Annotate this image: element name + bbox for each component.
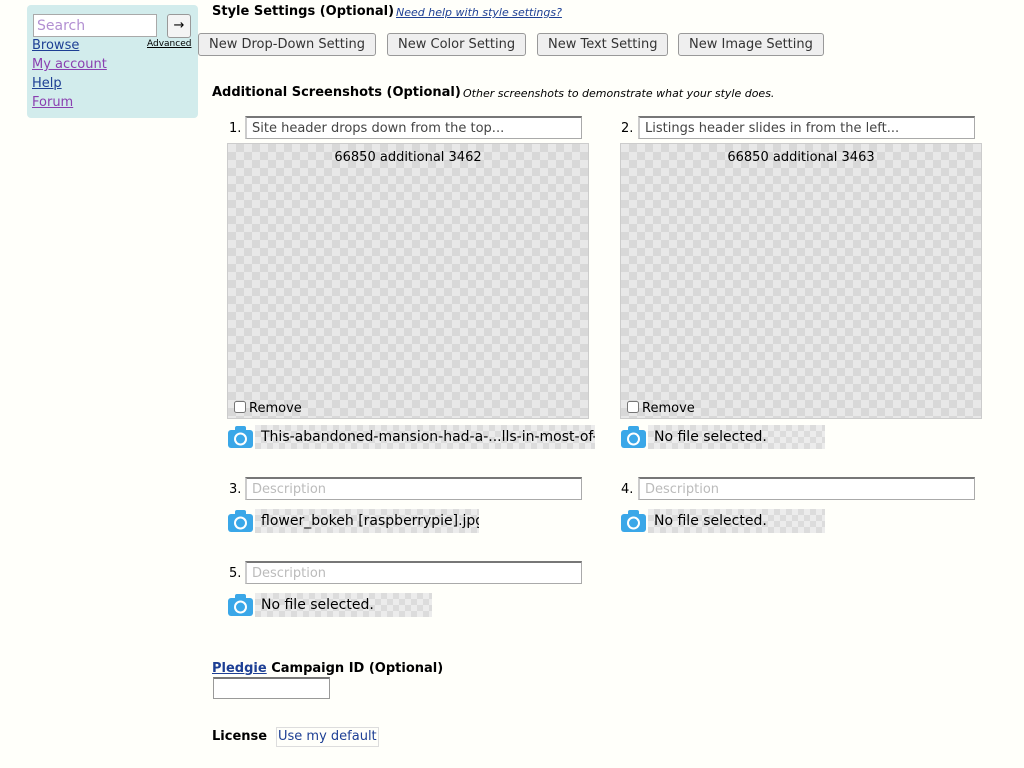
screenshots-heading: Additional Screenshots (Optional) xyxy=(212,85,461,100)
description-input-2[interactable] xyxy=(638,116,975,139)
description-input-1[interactable] xyxy=(245,116,582,139)
nav-link-help[interactable]: Help xyxy=(32,76,62,91)
file-chooser-4[interactable]: No file selected. xyxy=(648,509,825,533)
style-settings-heading: Style Settings (Optional) xyxy=(212,4,395,19)
license-select[interactable]: Use my default xyxy=(276,727,379,747)
nav-link-my-account[interactable]: My account xyxy=(32,57,107,72)
screenshot-preview-1: 66850 additional 3462 Remove xyxy=(227,143,589,419)
screenshots-hint: Other screenshots to demonstrate what yo… xyxy=(463,87,775,100)
search-button[interactable]: → xyxy=(167,14,191,38)
remove-checkbox-row[interactable]: Remove xyxy=(232,401,302,416)
file-chooser-1[interactable]: This-abandoned-mansion-had-a-...lls-in-m… xyxy=(255,425,595,449)
new-text-setting-button[interactable]: New Text Setting xyxy=(537,33,669,56)
screenshot-preview-2: 66850 additional 3463 Remove xyxy=(620,143,982,419)
camera-icon[interactable] xyxy=(227,509,254,533)
pledgie-link[interactable]: Pledgie xyxy=(212,661,267,676)
camera-icon[interactable] xyxy=(620,509,647,533)
description-input-5[interactable] xyxy=(245,561,582,584)
slot-number: 3. xyxy=(229,482,242,497)
remove-checkbox-row[interactable]: Remove xyxy=(625,401,695,416)
advanced-search-link[interactable]: Advanced xyxy=(147,39,191,49)
remove-checkbox[interactable] xyxy=(627,401,639,413)
new-color-setting-button[interactable]: New Color Setting xyxy=(387,33,527,56)
nav-link-forum[interactable]: Forum xyxy=(32,95,73,110)
pledgie-label-text: Campaign ID (Optional) xyxy=(266,661,444,676)
file-chooser-2[interactable]: No file selected. xyxy=(648,425,825,449)
search-input[interactable] xyxy=(33,14,157,37)
nav-link-browse[interactable]: Browse xyxy=(32,38,79,53)
description-input-3[interactable] xyxy=(245,477,582,500)
remove-checkbox[interactable] xyxy=(234,401,246,413)
campaign-id-input[interactable] xyxy=(213,677,330,699)
style-settings-help-link[interactable]: Need help with style settings? xyxy=(396,6,562,19)
sidebar-nav: → Advanced Browse My account Help Forum xyxy=(27,5,198,118)
camera-icon[interactable] xyxy=(620,425,647,449)
new-image-setting-button[interactable]: New Image Setting xyxy=(678,33,824,56)
slot-number: 5. xyxy=(229,566,242,581)
camera-icon[interactable] xyxy=(227,593,254,617)
description-input-4[interactable] xyxy=(638,477,975,500)
file-chooser-3[interactable]: flower_bokeh [raspberrypie].jpg xyxy=(255,509,479,533)
camera-icon[interactable] xyxy=(227,425,254,449)
preview-caption: 66850 additional 3463 xyxy=(727,150,875,165)
file-chooser-5[interactable]: No file selected. xyxy=(255,593,432,617)
remove-label: Remove xyxy=(249,401,302,416)
slot-number: 2. xyxy=(621,121,634,136)
preview-caption: 66850 additional 3462 xyxy=(334,150,482,165)
new-dropdown-setting-button[interactable]: New Drop-Down Setting xyxy=(198,33,376,56)
license-label: License xyxy=(212,729,268,744)
pledgie-label: Pledgie Campaign ID (Optional) xyxy=(212,661,443,676)
remove-label: Remove xyxy=(642,401,695,416)
slot-number: 1. xyxy=(229,121,242,136)
slot-number: 4. xyxy=(621,482,634,497)
